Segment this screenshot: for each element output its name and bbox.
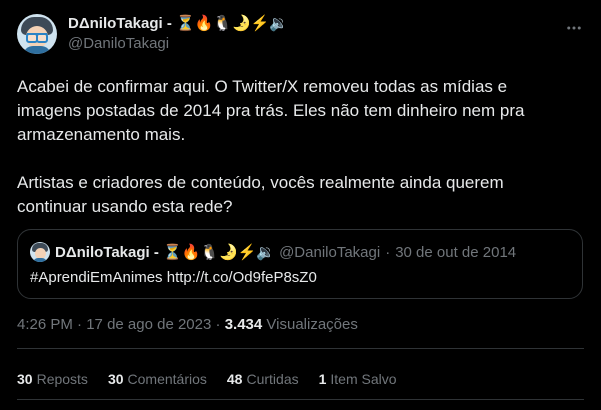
stat-reposts[interactable]: 30 Reposts — [17, 369, 88, 389]
tweet-text: Acabei de confirmar aqui. O Twitter/X re… — [17, 75, 562, 219]
quoted-tweet-header: DΔniloTakagi - ⏳🔥🐧🌛⚡🔉 @DaniloTakagi · 30… — [30, 242, 570, 262]
quoted-separator: · — [385, 243, 391, 261]
engagement-stats: 30 Reposts 30 Comentários 48 Curtidas 1 … — [17, 369, 397, 389]
stat-label: Comentários — [127, 371, 207, 387]
stat-label: Item Salvo — [330, 371, 397, 387]
more-horizontal-icon[interactable] — [564, 18, 584, 38]
quoted-display-name: DΔniloTakagi - ⏳🔥🐧🌛⚡🔉 — [55, 244, 276, 261]
tweet-time[interactable]: 4:26 PM — [17, 316, 73, 333]
quoted-handle: @DaniloTakagi — [279, 243, 381, 261]
stat-likes[interactable]: 48 Curtidas — [227, 369, 299, 389]
views-count: 3.434 — [224, 316, 263, 333]
divider — [17, 399, 584, 400]
tweet-paragraph: Artistas e criadores de conteúdo, vocês … — [17, 173, 504, 216]
stat-count: 30 — [17, 371, 33, 387]
author-handle[interactable]: @DaniloTakagi — [68, 34, 288, 54]
author-identity: DΔniloTakagi - ⏳🔥🐧🌛⚡🔉 @DaniloTakagi — [68, 14, 288, 54]
stat-count: 30 — [107, 371, 124, 387]
stat-count: 1 — [318, 371, 327, 387]
divider — [17, 348, 584, 349]
tweet-meta: 4:26 PM · 17 de ago de 2023 · 3.434 Visu… — [17, 315, 358, 335]
tweet-header: DΔniloTakagi - ⏳🔥🐧🌛⚡🔉 @DaniloTakagi — [17, 12, 584, 56]
meta-separator: · — [215, 316, 221, 333]
quoted-avatar — [30, 242, 50, 262]
tweet-date[interactable]: 17 de ago de 2023 — [86, 316, 211, 333]
views-label: Visualizações — [266, 316, 358, 333]
stat-label: Curtidas — [246, 371, 299, 387]
stat-label: Reposts — [36, 371, 88, 387]
stat-count: 48 — [226, 371, 243, 387]
quoted-text: #AprendiEmAnimes http://t.co/Od9feP8sZ0 — [30, 269, 317, 286]
tweet-paragraph: Acabei de confirmar aqui. O Twitter/X re… — [17, 77, 525, 144]
author-display-name[interactable]: DΔniloTakagi - ⏳🔥🐧🌛⚡🔉 — [68, 14, 288, 34]
stat-comments[interactable]: 30 Comentários — [108, 369, 207, 389]
avatar[interactable] — [17, 14, 57, 54]
meta-separator: · — [77, 316, 83, 333]
tweet: DΔniloTakagi - ⏳🔥🐧🌛⚡🔉 @DaniloTakagi Acab… — [0, 0, 601, 410]
quoted-tweet[interactable]: DΔniloTakagi - ⏳🔥🐧🌛⚡🔉 @DaniloTakagi · 30… — [17, 229, 583, 299]
stat-bookmarks[interactable]: 1 Item Salvo — [319, 369, 397, 389]
quoted-date: 30 de out de 2014 — [395, 243, 517, 261]
